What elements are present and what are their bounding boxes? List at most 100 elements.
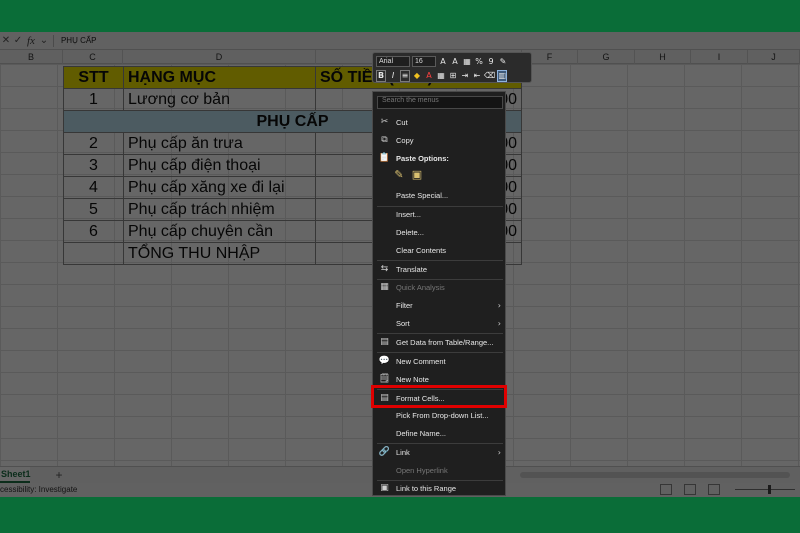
check-icon[interactable]: ✓ bbox=[12, 34, 24, 48]
menu-item-copy[interactable]: ⧉ Copy bbox=[373, 131, 507, 149]
cell-stt[interactable]: 2 bbox=[63, 132, 124, 155]
font-color-icon[interactable]: A bbox=[424, 70, 434, 82]
accessibility-status[interactable]: cessibility: Investigate bbox=[0, 485, 77, 494]
italic-icon[interactable]: I bbox=[388, 70, 398, 82]
fx-icon[interactable]: fx bbox=[24, 35, 38, 47]
sheet-tab[interactable]: Sheet1 bbox=[0, 467, 31, 483]
menu-item-label: Cut bbox=[396, 117, 408, 127]
cell-stt[interactable]: 6 bbox=[63, 220, 124, 243]
bold-icon[interactable]: B bbox=[376, 69, 386, 82]
menu-item-paste-options: 📋 Paste Options: bbox=[373, 149, 507, 167]
formula-value[interactable]: PHỤ CẤP bbox=[57, 36, 97, 45]
menu-item-label: Translate bbox=[396, 264, 427, 274]
menu-item-get-data[interactable]: ▤ Get Data from Table/Range... bbox=[373, 333, 507, 351]
menu-item-link[interactable]: 🔗 Link › bbox=[373, 443, 507, 461]
percent-icon[interactable]: % bbox=[474, 56, 484, 68]
menu-item-delete[interactable]: Delete... bbox=[373, 223, 507, 241]
cell-stt[interactable]: 1 bbox=[63, 88, 124, 111]
menu-item-label: Define Name... bbox=[396, 428, 447, 438]
increase-decimal-icon[interactable]: ⇥ bbox=[460, 70, 470, 82]
format-cells-highlight bbox=[371, 385, 507, 408]
link-range-icon: ▣ bbox=[380, 483, 389, 493]
menu-item-link-to-range[interactable]: ▣ Link to this Range bbox=[373, 479, 507, 497]
header-stt[interactable]: STT bbox=[63, 66, 124, 89]
menu-item-label: Open Hyperlink bbox=[396, 465, 448, 475]
cell-item[interactable]: TỔNG THU NHẬP bbox=[123, 242, 316, 265]
increase-font-icon[interactable]: A bbox=[438, 56, 448, 68]
scissors-icon: ✂ bbox=[380, 117, 389, 127]
menu-item-label: Filter bbox=[396, 300, 413, 310]
cell-stt[interactable] bbox=[63, 242, 124, 265]
mini-toolbar-row-1: Arial 16 A A ▦ % 9 ✎ bbox=[376, 55, 508, 68]
format-painter-icon[interactable]: ✎ bbox=[498, 56, 508, 68]
font-name-select[interactable]: Arial bbox=[376, 56, 410, 67]
table-icon: ▤ bbox=[380, 337, 389, 347]
column-header-h[interactable]: H bbox=[635, 50, 691, 64]
menu-item-translate[interactable]: ⇆ Translate bbox=[373, 260, 507, 278]
link-icon: 🔗 bbox=[378, 447, 391, 457]
menu-item-label: New Note bbox=[396, 374, 429, 384]
decrease-decimal-icon[interactable]: ⇤ bbox=[472, 70, 482, 82]
menu-item-sort[interactable]: Sort › bbox=[373, 314, 507, 332]
comma-style-icon[interactable]: 9 bbox=[486, 56, 496, 68]
column-header-b[interactable]: B bbox=[0, 50, 63, 64]
menu-item-label: Link to this Range bbox=[396, 483, 457, 493]
menu-item-filter[interactable]: Filter › bbox=[373, 296, 507, 314]
cell-item[interactable]: Phụ cấp trách nhiệm bbox=[123, 198, 316, 221]
column-header-i[interactable]: I bbox=[691, 50, 748, 64]
clear-format-icon[interactable]: ⌫ bbox=[484, 70, 495, 82]
menu-item-label: Paste Options: bbox=[396, 153, 449, 163]
menu-item-label: Delete... bbox=[396, 227, 424, 237]
cancel-icon[interactable]: ✕ bbox=[0, 34, 12, 48]
menu-item-label: Insert... bbox=[396, 209, 422, 219]
column-header-j[interactable]: J bbox=[748, 50, 800, 64]
menu-item-label: New Comment bbox=[396, 356, 446, 366]
font-size-select[interactable]: 16 bbox=[412, 56, 436, 67]
menu-item-label: Clear Contents bbox=[396, 245, 447, 255]
chevron-down-icon[interactable]: ⌄ bbox=[38, 34, 50, 48]
mini-toolbar-row-2: B I ≡ ◆ A ▦ ⊞ ⇥ ⇤ ⌫ ▥ bbox=[376, 69, 508, 82]
menu-item-pick-from-list[interactable]: Pick From Drop-down List... bbox=[373, 406, 507, 424]
menu-item-paste-special[interactable]: Paste Special... bbox=[373, 186, 507, 204]
menu-item-quick-analysis: ▦ Quick Analysis bbox=[373, 278, 507, 296]
paste-formatting-icon[interactable]: ✎ bbox=[393, 168, 405, 181]
mini-toolbar: Arial 16 A A ▦ % 9 ✎ B I ≡ ◆ A ▦ ⊞ ⇥ ⇤ ⌫… bbox=[372, 52, 532, 83]
number-format-icon[interactable]: ▦ bbox=[462, 56, 472, 68]
cell-item[interactable]: Phụ cấp xăng xe đi lại bbox=[123, 176, 316, 199]
column-header-g[interactable]: G bbox=[578, 50, 635, 64]
borders-icon[interactable]: ▦ bbox=[436, 70, 446, 82]
add-sheet-button[interactable]: + bbox=[52, 467, 66, 483]
menu-item-cut[interactable]: ✂ Cut bbox=[373, 113, 507, 131]
menu-item-label: Link bbox=[396, 447, 410, 457]
page-layout-view-icon[interactable] bbox=[684, 484, 696, 495]
menu-search-input[interactable]: Search the menus bbox=[377, 96, 503, 109]
decrease-font-icon[interactable]: A bbox=[450, 56, 460, 68]
cell-item[interactable]: Phụ cấp ăn trưa bbox=[123, 132, 316, 155]
green-frame-top bbox=[0, 0, 800, 32]
menu-item-label: Get Data from Table/Range... bbox=[396, 337, 494, 347]
table-style-icon[interactable]: ▥ bbox=[497, 69, 508, 82]
cell-item[interactable]: Phụ cấp chuyên cần bbox=[123, 220, 316, 243]
normal-view-icon[interactable] bbox=[660, 484, 672, 495]
cell-stt[interactable]: 3 bbox=[63, 154, 124, 177]
horizontal-scrollbar[interactable] bbox=[520, 472, 790, 478]
merge-cells-icon[interactable]: ⊞ bbox=[448, 70, 458, 82]
menu-item-new-comment[interactable]: 💬 New Comment bbox=[373, 352, 507, 370]
paste-clipboard-icon[interactable]: ▣ bbox=[411, 168, 423, 181]
align-center-icon[interactable]: ≡ bbox=[400, 69, 410, 82]
menu-item-define-name[interactable]: Define Name... bbox=[373, 424, 507, 442]
zoom-slider-thumb[interactable] bbox=[768, 485, 771, 494]
quick-analysis-icon: ▦ bbox=[380, 282, 389, 292]
menu-item-clear-contents[interactable]: Clear Contents bbox=[373, 241, 507, 259]
fill-color-icon[interactable]: ◆ bbox=[412, 70, 422, 82]
cell-stt[interactable]: 5 bbox=[63, 198, 124, 221]
page-break-view-icon[interactable] bbox=[708, 484, 720, 495]
cell-stt[interactable]: 4 bbox=[63, 176, 124, 199]
column-header-c[interactable]: C bbox=[63, 50, 123, 64]
header-item[interactable]: HẠNG MỤC bbox=[123, 66, 316, 89]
menu-item-insert[interactable]: Insert... bbox=[373, 205, 507, 223]
cell-item[interactable]: Lương cơ bản bbox=[123, 88, 316, 111]
zoom-slider[interactable] bbox=[735, 489, 795, 490]
column-header-d[interactable]: D bbox=[123, 50, 316, 64]
cell-item[interactable]: Phụ cấp điện thoại bbox=[123, 154, 316, 177]
